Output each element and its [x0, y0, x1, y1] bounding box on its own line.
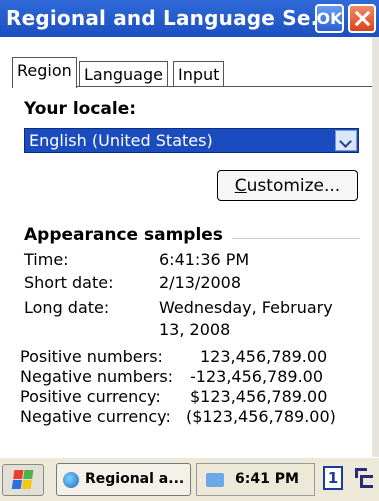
dialog-content: Region Language Input Your locale: Engli… — [0, 37, 372, 457]
positive-currency-value: $123,456,789.00 — [190, 387, 328, 406]
desktop-number-badge[interactable]: 1 — [323, 466, 343, 490]
positive-numbers-label: Positive numbers: — [20, 347, 163, 366]
network-icon[interactable] — [206, 473, 224, 487]
ok-button[interactable]: OK — [315, 4, 344, 33]
short-date-label: Short date: — [24, 273, 114, 292]
customize-label: ustomize... — [246, 175, 341, 196]
scroll-edge — [372, 37, 379, 457]
globe-icon — [63, 472, 79, 488]
taskbar-item-label: Regional a... — [85, 471, 185, 487]
window-title: Regional and Language Se... — [6, 6, 334, 30]
tab-language[interactable]: Language — [79, 61, 168, 87]
locale-label: Your locale: — [24, 99, 137, 119]
start-button[interactable] — [2, 464, 44, 496]
long-date-value-line2: 13, 2008 — [159, 320, 231, 339]
taskbar: Regional a... 6:41 PM 1 — [0, 457, 379, 501]
tab-input[interactable]: Input — [173, 61, 225, 87]
desktop-switch-icon[interactable] — [355, 466, 374, 490]
close-icon[interactable] — [348, 4, 376, 33]
chevron-down-icon[interactable] — [335, 130, 357, 151]
title-bar: Regional and Language Se... OK — [0, 0, 379, 37]
positive-numbers-value: 123,456,789.00 — [200, 347, 328, 366]
positive-currency-label: Positive currency: — [20, 387, 161, 406]
screen: Regional and Language Se... OK Region La… — [0, 0, 379, 501]
time-value: 6:41:36 PM — [159, 250, 250, 269]
long-date-label: Long date: — [24, 298, 110, 317]
tab-region[interactable]: Region — [12, 57, 77, 88]
negative-numbers-label: Negative numbers: — [20, 367, 174, 386]
appearance-samples-heading: Appearance samples — [24, 225, 223, 245]
clock[interactable]: 6:41 PM — [235, 471, 299, 487]
taskbar-item-regional[interactable]: Regional a... — [56, 463, 191, 496]
section-divider — [232, 238, 360, 239]
customize-accelerator: C — [234, 175, 247, 196]
system-tray[interactable]: 6:41 PM — [196, 463, 315, 496]
negative-currency-value: ($123,456,789.00) — [186, 407, 336, 426]
negative-currency-label: Negative currency: — [20, 407, 171, 426]
locale-selected-value: English (United States) — [29, 131, 213, 150]
negative-numbers-value: -123,456,789.00 — [190, 367, 324, 386]
long-date-value-line1: Wednesday, February — [159, 298, 333, 317]
locale-dropdown[interactable]: English (United States) — [24, 128, 359, 153]
short-date-value: 2/13/2008 — [159, 273, 242, 292]
time-label: Time: — [24, 250, 69, 269]
customize-button[interactable]: Customize... — [217, 170, 358, 201]
windows-flag-icon — [11, 470, 35, 490]
